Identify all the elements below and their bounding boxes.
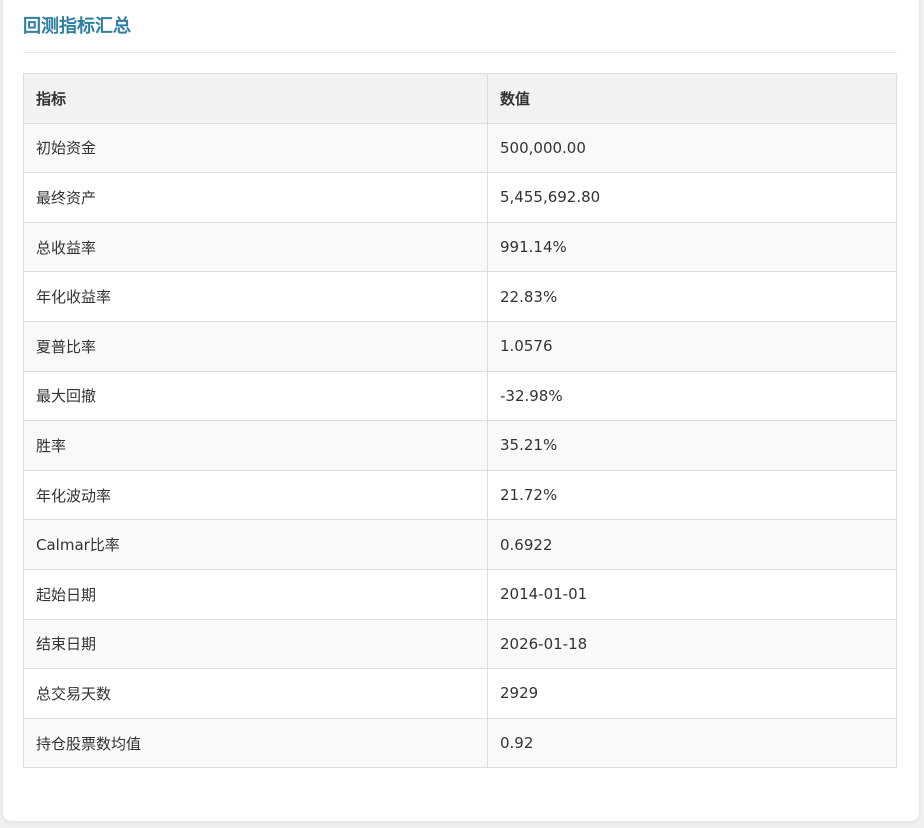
table-row: 夏普比率 1.0576 [23, 320, 897, 372]
table-row: 最终资产 5,455,692.80 [23, 172, 897, 223]
metric-value: 500,000.00 [487, 122, 897, 174]
metric-name: 最大回撤 [23, 370, 488, 422]
header-value: 数值 [487, 73, 897, 124]
table-header-row: 指标 数值 [23, 73, 897, 124]
metric-name: 夏普比率 [23, 320, 488, 372]
table-row: 持仓股票数均值 0.92 [23, 717, 897, 769]
table-row: 总收益率 991.14% [23, 221, 897, 273]
metric-name: 持仓股票数均值 [23, 717, 488, 769]
title-divider [23, 52, 897, 53]
metric-name: 年化收益率 [23, 271, 488, 322]
table-row: Calmar比率 0.6922 [23, 519, 897, 570]
table-row: 初始资金 500,000.00 [23, 122, 897, 174]
metric-value: 35.21% [487, 420, 897, 471]
metric-name: 最终资产 [23, 172, 488, 223]
table-row: 年化收益率 22.83% [23, 271, 897, 322]
metric-value: -32.98% [487, 370, 897, 422]
header-metric: 指标 [23, 73, 488, 124]
page-title: 回测指标汇总 [23, 16, 131, 37]
metric-value: 22.83% [487, 271, 897, 322]
metric-value: 2929 [487, 668, 897, 719]
metric-name: 初始资金 [23, 122, 488, 174]
metric-name: 胜率 [23, 420, 488, 471]
metric-value: 991.14% [487, 221, 897, 273]
table-row: 总交易天数 2929 [23, 668, 897, 719]
table-row: 最大回撤 -32.98% [23, 370, 897, 422]
table-row: 年化波动率 21.72% [23, 469, 897, 521]
metric-value: 0.6922 [487, 519, 897, 570]
metric-value: 0.92 [487, 717, 897, 769]
metric-name: 总交易天数 [23, 668, 488, 719]
table-row: 胜率 35.21% [23, 420, 897, 471]
metrics-table: 指标 数值 初始资金 500,000.00 最终资产 5,455,692.80 … [23, 73, 897, 769]
metric-name: 起始日期 [23, 568, 488, 620]
metric-name: 总收益率 [23, 221, 488, 273]
metric-name: Calmar比率 [23, 519, 488, 570]
metric-value: 5,455,692.80 [487, 172, 897, 223]
metric-value: 2014-01-01 [487, 568, 897, 620]
table-row: 结束日期 2026-01-18 [23, 618, 897, 670]
metric-name: 年化波动率 [23, 469, 488, 521]
table-row: 起始日期 2014-01-01 [23, 568, 897, 620]
metric-value: 2026-01-18 [487, 618, 897, 670]
metric-name: 结束日期 [23, 618, 488, 670]
metrics-card: 回测指标汇总 指标 数值 初始资金 500,000.00 最终资产 5,455,… [3, 0, 919, 821]
metric-value: 21.72% [487, 469, 897, 521]
metric-value: 1.0576 [487, 320, 897, 372]
